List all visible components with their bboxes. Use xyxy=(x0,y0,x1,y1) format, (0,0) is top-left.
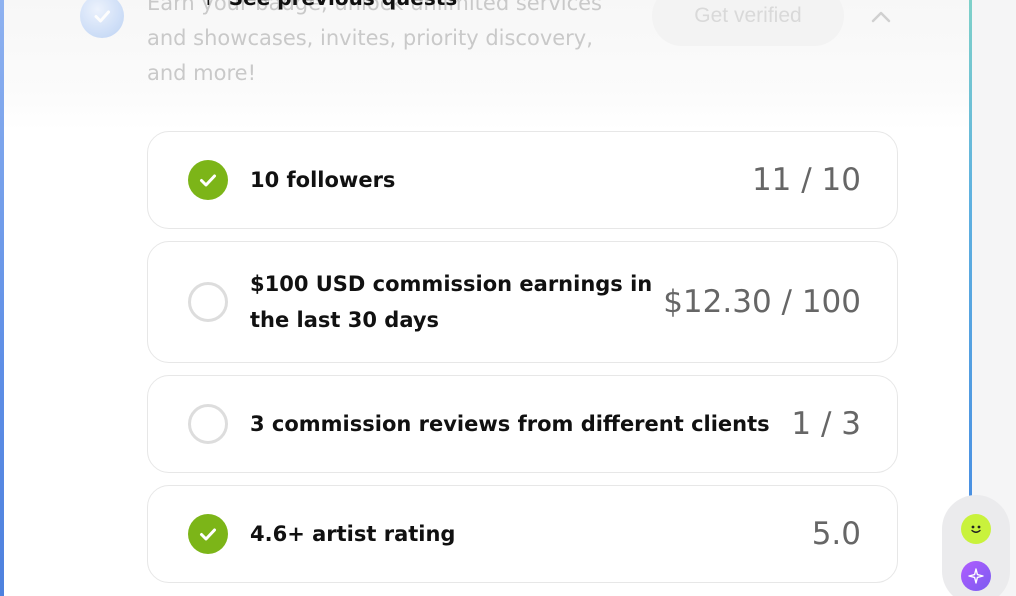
quest-label: $100 USD commission earnings in the last… xyxy=(250,272,653,332)
see-previous-quests-label: See previous quests xyxy=(229,0,457,10)
quest-progress: $12.30 / 100 xyxy=(663,284,861,320)
arrow-up-icon: ↑ xyxy=(200,0,217,10)
quest-card-followers: 10 followers 11 / 10 xyxy=(147,131,898,229)
sparkle-icon[interactable] xyxy=(961,561,991,591)
verification-header: Earn your badge, unlock unlimited servic… xyxy=(4,0,969,120)
chevron-up-icon[interactable] xyxy=(866,2,896,32)
quest-label: 10 followers xyxy=(250,168,396,192)
quest-card-reviews: 3 commission reviews from different clie… xyxy=(147,375,898,473)
quest-progress: 1 / 3 xyxy=(791,406,861,442)
incomplete-circle-icon xyxy=(188,404,228,444)
face-icon[interactable] xyxy=(961,514,991,544)
quest-label: 4.6+ artist rating xyxy=(250,522,456,546)
floating-widget xyxy=(942,495,1010,596)
see-previous-quests-link[interactable]: ↑ See previous quests xyxy=(200,0,457,10)
completed-check-icon xyxy=(188,514,228,554)
verified-check-icon xyxy=(80,0,124,38)
quest-card-rating: 4.6+ artist rating 5.0 xyxy=(147,485,898,583)
verification-description: Earn your badge, unlock unlimited servic… xyxy=(147,0,602,85)
quest-progress: 5.0 xyxy=(811,516,861,552)
quest-label: 3 commission reviews from different clie… xyxy=(250,412,770,436)
scroll-rail xyxy=(969,0,972,500)
completed-check-icon xyxy=(188,160,228,200)
quest-card-earnings: $100 USD commission earnings in the last… xyxy=(147,241,898,363)
quest-progress: 11 / 10 xyxy=(751,162,861,198)
get-verified-button[interactable]: Get verified xyxy=(652,0,844,46)
verification-panel: Earn your badge, unlock unlimited servic… xyxy=(4,0,969,596)
incomplete-circle-icon xyxy=(188,282,228,322)
